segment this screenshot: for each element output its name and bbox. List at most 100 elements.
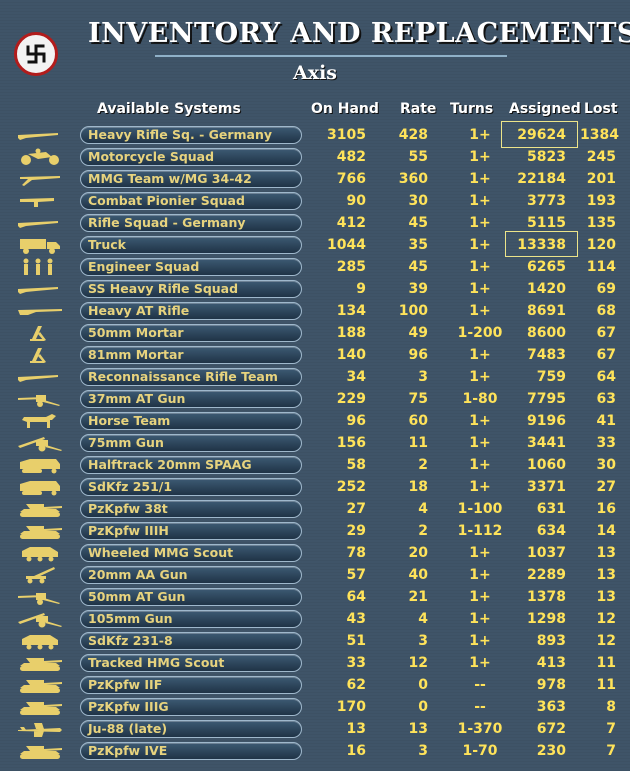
machine-gun-icon bbox=[20, 176, 60, 186]
table-row[interactable]: SdKfz 251/1 252 18 1+ 3371 27 bbox=[0, 476, 630, 498]
system-button[interactable]: PzKpfw IVE bbox=[80, 742, 302, 760]
table-row[interactable]: SdKfz 231-8 51 3 1+ 893 12 bbox=[0, 630, 630, 652]
system-button[interactable]: MMG Team w/MG 34-42 bbox=[80, 170, 302, 188]
system-button[interactable]: 37mm AT Gun bbox=[80, 390, 302, 408]
table-row[interactable]: 75mm Gun 156 11 1+ 3441 33 bbox=[0, 432, 630, 454]
system-name: Heavy Rifle Sq. - Germany bbox=[88, 127, 273, 142]
table-row[interactable]: Reconnaissance Rifle Team 34 3 1+ 759 64 bbox=[0, 366, 630, 388]
lost-value: 69 bbox=[596, 281, 616, 297]
turns-value: 1+ bbox=[469, 589, 491, 605]
system-button[interactable]: Heavy AT Rifle bbox=[80, 302, 302, 320]
assigned-value: 1420 bbox=[527, 281, 566, 297]
system-button[interactable]: 20mm AA Gun bbox=[80, 566, 302, 584]
turns-value: 1+ bbox=[469, 369, 491, 385]
lost-value: 8 bbox=[606, 699, 616, 715]
system-button[interactable]: 75mm Gun bbox=[80, 434, 302, 452]
table-row[interactable]: SS Heavy Rifle Squad 9 39 1+ 1420 69 bbox=[0, 278, 630, 300]
system-button[interactable]: PzKpfw 38t bbox=[80, 500, 302, 518]
table-row[interactable]: 50mm AT Gun 64 21 1+ 1378 13 bbox=[0, 586, 630, 608]
mortar-icon bbox=[30, 348, 46, 363]
system-button[interactable]: Combat Pionier Squad bbox=[80, 192, 302, 210]
system-name: MMG Team w/MG 34-42 bbox=[88, 171, 252, 186]
table-row[interactable]: PzKpfw IIIG 170 0 -- 363 8 bbox=[0, 696, 630, 718]
system-button[interactable]: 105mm Gun bbox=[80, 610, 302, 628]
truck-icon bbox=[20, 239, 60, 254]
table-row[interactable]: Heavy AT Rifle 134 100 1+ 8691 68 bbox=[0, 300, 630, 322]
turns-value: 1+ bbox=[469, 149, 491, 165]
system-button[interactable]: Motorcycle Squad bbox=[80, 148, 302, 166]
table-row[interactable]: 105mm Gun 43 4 1+ 1298 12 bbox=[0, 608, 630, 630]
table-row[interactable]: Halftrack 20mm SPAAG 58 2 1+ 1060 30 bbox=[0, 454, 630, 476]
rate-value: 3 bbox=[418, 633, 428, 649]
lost-value: 7 bbox=[606, 743, 616, 759]
assigned-value: 363 bbox=[536, 699, 566, 715]
system-button[interactable]: Engineer Squad bbox=[80, 258, 302, 276]
table-row[interactable]: Engineer Squad 285 45 1+ 6265 114 bbox=[0, 256, 630, 278]
at-rifle-icon bbox=[18, 309, 62, 315]
system-name: SdKfz 231-8 bbox=[88, 633, 173, 648]
table-row[interactable]: Combat Pionier Squad 90 30 1+ 3773 193 bbox=[0, 190, 630, 212]
on-hand-value: 1044 bbox=[327, 237, 366, 253]
table-row[interactable]: 37mm AT Gun 229 75 1-80 7795 63 bbox=[0, 388, 630, 410]
table-row[interactable]: Motorcycle Squad 482 55 1+ 5823 245 bbox=[0, 146, 630, 168]
system-button[interactable]: PzKpfw IIIG bbox=[80, 698, 302, 716]
lost-value: 120 bbox=[586, 237, 616, 253]
system-button[interactable]: Tracked HMG Scout bbox=[80, 654, 302, 672]
column-header-on-hand: On Hand bbox=[311, 101, 379, 117]
rate-value: 21 bbox=[408, 589, 428, 605]
table-row[interactable]: 20mm AA Gun 57 40 1+ 2289 13 bbox=[0, 564, 630, 586]
system-button[interactable]: PzKpfw IIF bbox=[80, 676, 302, 694]
system-button[interactable]: Horse Team bbox=[80, 412, 302, 430]
system-button[interactable]: Ju-88 (late) bbox=[80, 720, 302, 738]
system-name: Combat Pionier Squad bbox=[88, 193, 245, 208]
table-row[interactable]: PzKpfw 38t 27 4 1-100 631 16 bbox=[0, 498, 630, 520]
system-button[interactable]: Heavy Rifle Sq. - Germany bbox=[80, 126, 302, 144]
system-button[interactable]: SS Heavy Rifle Squad bbox=[80, 280, 302, 298]
system-button[interactable]: SdKfz 251/1 bbox=[80, 478, 302, 496]
assigned-value: 5115 bbox=[527, 215, 566, 231]
system-button[interactable]: 81mm Mortar bbox=[80, 346, 302, 364]
table-row[interactable]: Horse Team 96 60 1+ 9196 41 bbox=[0, 410, 630, 432]
system-button[interactable]: 50mm Mortar bbox=[80, 324, 302, 342]
lost-value: 14 bbox=[596, 523, 616, 539]
system-button[interactable]: SdKfz 231-8 bbox=[80, 632, 302, 650]
turns-value: 1+ bbox=[469, 479, 491, 495]
table-row[interactable]: 81mm Mortar 140 96 1+ 7483 67 bbox=[0, 344, 630, 366]
rate-value: 3 bbox=[418, 743, 428, 759]
system-button[interactable]: 50mm AT Gun bbox=[80, 588, 302, 606]
system-button[interactable]: Rifle Squad - Germany bbox=[80, 214, 302, 232]
column-header-assigned: Assigned bbox=[509, 101, 581, 117]
on-hand-value: 156 bbox=[336, 435, 366, 451]
turns-value: 1+ bbox=[469, 413, 491, 429]
turns-value: 1+ bbox=[469, 633, 491, 649]
system-button[interactable]: PzKpfw IIIH bbox=[80, 522, 302, 540]
turns-value: 1-80 bbox=[462, 391, 498, 407]
table-row[interactable]: MMG Team w/MG 34-42 766 360 1+ 22184 201 bbox=[0, 168, 630, 190]
table-row[interactable]: Tracked HMG Scout 33 12 1+ 413 11 bbox=[0, 652, 630, 674]
table-row[interactable]: PzKpfw IIF 62 0 -- 978 11 bbox=[0, 674, 630, 696]
title-divider bbox=[155, 55, 507, 57]
table-row[interactable]: Ju-88 (late) 13 13 1-370 672 7 bbox=[0, 718, 630, 740]
assigned-highlight-box bbox=[501, 121, 578, 148]
assigned-value: 9196 bbox=[527, 413, 566, 429]
on-hand-value: 29 bbox=[346, 523, 366, 539]
table-row[interactable]: PzKpfw IIIH 29 2 1-112 634 14 bbox=[0, 520, 630, 542]
table-row[interactable]: 50mm Mortar 188 49 1-200 8600 67 bbox=[0, 322, 630, 344]
column-header-systems: Available Systems bbox=[97, 101, 241, 117]
rate-value: 20 bbox=[408, 545, 428, 561]
system-button[interactable]: Reconnaissance Rifle Team bbox=[80, 368, 302, 386]
rate-value: 12 bbox=[408, 655, 428, 671]
side-label: Axis bbox=[293, 62, 337, 84]
system-name: PzKpfw IIF bbox=[88, 677, 163, 692]
table-row[interactable]: Wheeled MMG Scout 78 20 1+ 1037 13 bbox=[0, 542, 630, 564]
on-hand-value: 27 bbox=[346, 501, 366, 517]
rate-value: 40 bbox=[408, 567, 428, 583]
system-button[interactable]: Halftrack 20mm SPAAG bbox=[80, 456, 302, 474]
system-button[interactable]: Wheeled MMG Scout bbox=[80, 544, 302, 562]
table-row[interactable]: PzKpfw IVE 16 3 1-70 230 7 bbox=[0, 740, 630, 762]
on-hand-value: 170 bbox=[336, 699, 366, 715]
on-hand-value: 252 bbox=[336, 479, 366, 495]
system-button[interactable]: Truck bbox=[80, 236, 302, 254]
turns-value: 1+ bbox=[469, 545, 491, 561]
on-hand-value: 51 bbox=[346, 633, 366, 649]
